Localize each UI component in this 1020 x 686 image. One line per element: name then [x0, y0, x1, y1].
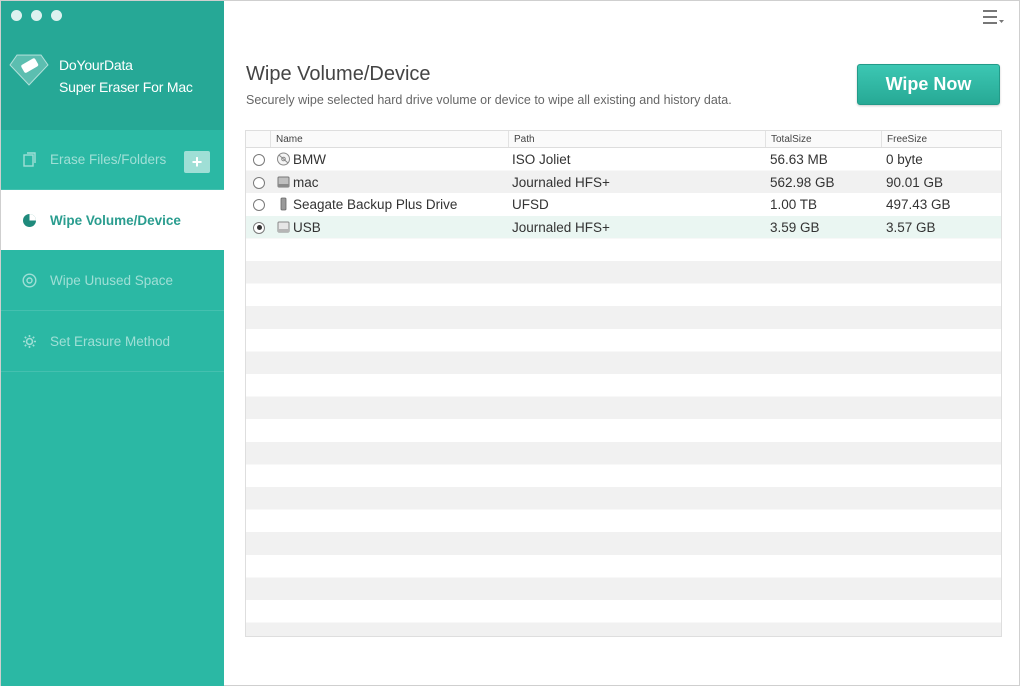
sidebar-header: DoYourData Super Eraser For Mac [1, 1, 224, 130]
sidebar-item-wipe-volume[interactable]: Wipe Volume/Device [1, 190, 224, 250]
eraser-logo-icon [9, 54, 49, 86]
sidebar-item-erasure-method[interactable]: Set Erasure Method [1, 312, 224, 372]
pie-icon [21, 212, 38, 229]
row-path: Journaled HFS+ [512, 174, 610, 190]
sidebar-item-label: Wipe Volume/Device [50, 212, 181, 228]
row-name: Seagate Backup Plus Drive [293, 197, 458, 213]
minimize-window-button[interactable] [31, 10, 42, 21]
sidebar-item-label: Set Erasure Method [50, 334, 171, 349]
row-free-size: 497.43 GB [886, 197, 951, 213]
table-row[interactable]: USB Journaled HFS+ 3.59 GB 3.57 GB [246, 215, 1001, 239]
row-name: BMW [293, 152, 326, 167]
row-radio-button[interactable] [253, 154, 265, 166]
row-total-size: 3.59 GB [770, 219, 820, 235]
zoom-window-button[interactable] [51, 10, 62, 21]
sidebar-item-label: Erase Files/Folders [50, 152, 167, 167]
table-row[interactable]: mac Journaled HFS+ 562.98 GB 90.01 GB [246, 171, 1001, 194]
table-row[interactable]: Seagate Backup Plus Drive UFSD 1.00 TB 4… [246, 193, 1001, 216]
close-window-button[interactable] [11, 10, 22, 21]
row-free-size: 3.57 GB [886, 219, 936, 235]
add-files-button[interactable]: + [184, 151, 210, 173]
table-header: Name Path TotalSize FreeSize [246, 131, 1001, 148]
disk-icon [21, 272, 38, 289]
row-path: ISO Joliet [512, 152, 571, 167]
usb-drive-icon [277, 221, 290, 233]
external-drive-icon [280, 197, 287, 211]
column-header-path[interactable]: Path [508, 131, 535, 147]
page-subtitle: Securely wipe selected hard drive volume… [246, 93, 732, 107]
files-icon [21, 151, 38, 168]
row-radio-button[interactable] [253, 199, 265, 212]
row-radio-button[interactable] [253, 221, 265, 234]
sidebar-item-wipe-unused[interactable]: Wipe Unused Space [1, 251, 224, 311]
row-name: USB [293, 219, 321, 235]
window-controls [11, 10, 62, 21]
column-header-totalsize[interactable]: TotalSize [765, 131, 812, 147]
sidebar: DoYourData Super Eraser For Mac Erase Fi… [1, 1, 224, 686]
row-path: Journaled HFS+ [512, 219, 610, 235]
row-radio-button[interactable] [253, 176, 265, 189]
app-window: DoYourData Super Eraser For Mac Erase Fi… [0, 0, 1020, 686]
volume-table: Name Path TotalSize FreeSize BMW ISO Jol… [245, 130, 1002, 637]
table-row[interactable]: BMW ISO Joliet 56.63 MB 0 byte [246, 148, 1001, 171]
row-total-size: 562.98 GB [770, 174, 835, 190]
page-title: Wipe Volume/Device [246, 63, 431, 85]
column-header-name[interactable]: Name [270, 131, 303, 147]
row-free-size: 90.01 GB [886, 174, 944, 190]
disc-icon [277, 152, 290, 166]
sidebar-item-label: Wipe Unused Space [50, 273, 174, 288]
row-path: UFSD [512, 197, 549, 213]
hard-drive-icon [277, 176, 290, 188]
brand-line2: Super Eraser For Mac [59, 79, 193, 95]
row-name: mac [293, 174, 319, 190]
column-header-freesize[interactable]: FreeSize [880, 131, 927, 147]
row-total-size: 56.63 MB [770, 152, 828, 167]
brand-name: DoYourData Super Eraser For Mac [59, 54, 193, 98]
row-free-size: 0 byte [886, 152, 923, 167]
row-total-size: 1.00 TB [770, 197, 818, 213]
wipe-now-button[interactable]: Wipe Now [857, 64, 1000, 105]
brand-line1: DoYourData [59, 57, 133, 73]
gear-icon [21, 333, 38, 350]
hamburger-menu-icon[interactable] [983, 9, 1005, 25]
